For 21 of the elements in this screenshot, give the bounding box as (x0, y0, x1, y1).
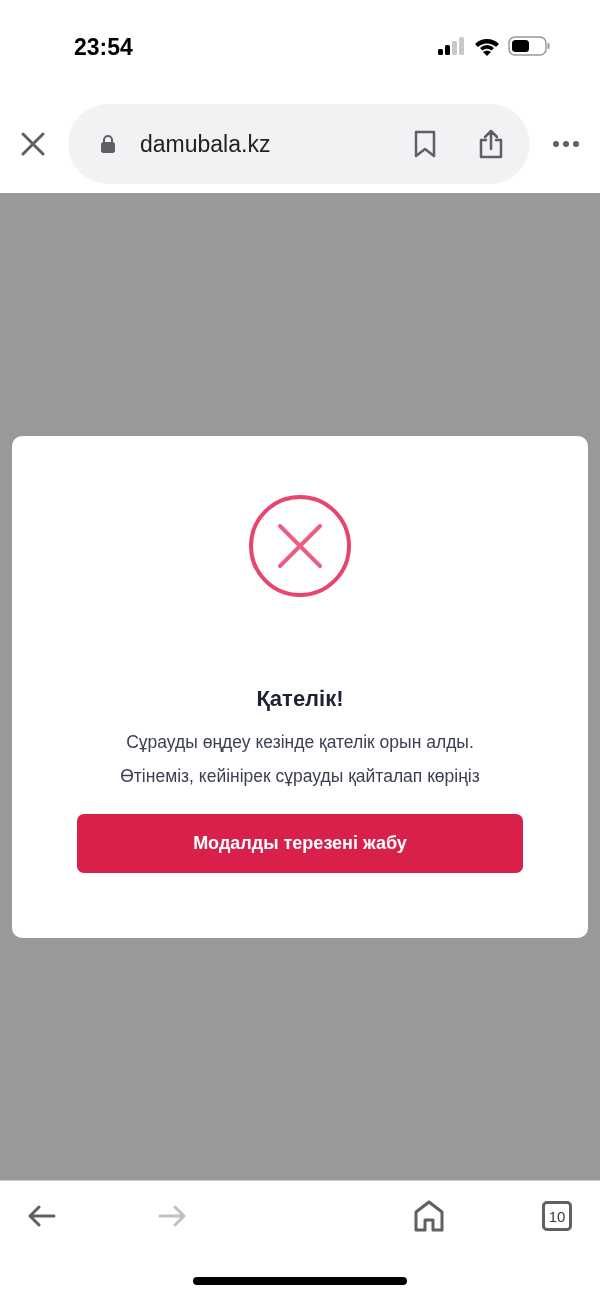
back-button[interactable] (28, 1205, 56, 1227)
close-icon (21, 132, 45, 156)
address-bar[interactable]: damubala.kz (68, 104, 530, 184)
status-time: 23:54 (74, 33, 133, 62)
home-icon (414, 1200, 444, 1232)
modal-message: Сұрауды өңдеу кезінде қателік орын алды. (126, 731, 474, 754)
bookmark-icon[interactable] (414, 130, 436, 158)
close-button[interactable] (20, 131, 46, 157)
error-icon (248, 494, 352, 598)
share-icon[interactable] (478, 129, 504, 159)
modal-message: Өтінеміз, кейінірек сұрауды қайталап көріңіз (120, 765, 480, 789)
more-icon[interactable] (552, 140, 580, 148)
tabs-button[interactable]: 10 (542, 1201, 572, 1231)
wifi-icon (474, 36, 500, 56)
signal-icon (438, 37, 466, 55)
battery-icon (508, 36, 550, 56)
url-text: damubala.kz (140, 129, 272, 159)
close-modal-button[interactable]: Модалды терезені жабу (77, 813, 523, 873)
home-button[interactable] (414, 1200, 444, 1232)
modal-title: Қателік! (256, 685, 344, 713)
lock-icon (100, 134, 116, 154)
